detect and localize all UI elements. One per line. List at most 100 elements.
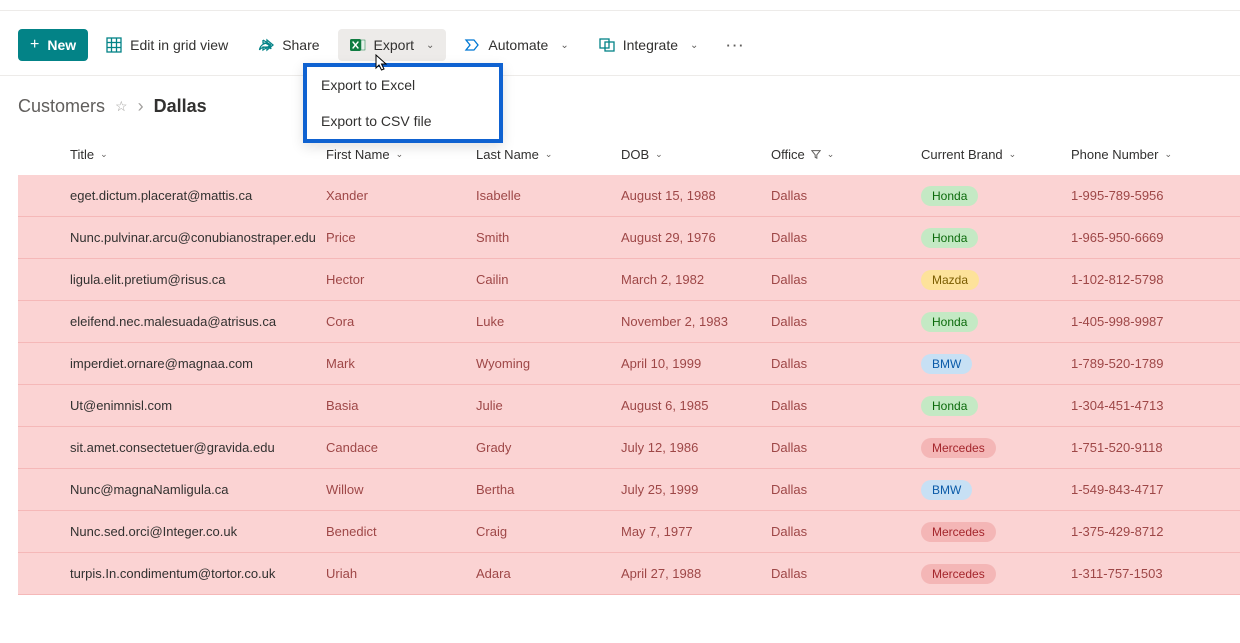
cell-first-name: Xander xyxy=(318,188,468,203)
overflow-menu-button[interactable]: ··· xyxy=(716,38,755,53)
cell-title: eget.dictum.placerat@mattis.ca xyxy=(18,188,318,203)
table-row[interactable]: Nunc.sed.orci@Integer.co.ukBenedictCraig… xyxy=(18,511,1240,553)
table-row[interactable]: ligula.elit.pretium@risus.caHectorCailin… xyxy=(18,259,1240,301)
table-row[interactable]: turpis.In.condimentum@tortor.co.ukUriahA… xyxy=(18,553,1240,595)
automate-label: Automate xyxy=(488,37,548,53)
plus-icon: + xyxy=(30,37,39,53)
cell-office: Dallas xyxy=(763,230,913,245)
cell-brand: Honda xyxy=(913,396,1063,416)
column-header-title[interactable]: Title ⌄ xyxy=(18,147,318,162)
cell-office: Dallas xyxy=(763,356,913,371)
brand-pill: Honda xyxy=(921,396,978,416)
brand-pill: Mercedes xyxy=(921,522,996,542)
cell-dob: April 10, 1999 xyxy=(613,356,763,371)
chevron-down-icon: ⌄ xyxy=(426,40,434,51)
cell-office: Dallas xyxy=(763,440,913,455)
automate-button[interactable]: Automate ⌄ xyxy=(452,29,580,61)
cell-phone: 1-549-843-4717 xyxy=(1063,482,1213,497)
share-button[interactable]: Share xyxy=(246,29,331,61)
cell-dob: July 25, 1999 xyxy=(613,482,763,497)
cell-dob: August 29, 1976 xyxy=(613,230,763,245)
integrate-label: Integrate xyxy=(623,37,678,53)
cell-office: Dallas xyxy=(763,524,913,539)
cell-title: ligula.elit.pretium@risus.ca xyxy=(18,272,318,287)
filter-icon xyxy=(811,147,821,162)
cell-title: Nunc.pulvinar.arcu@conubianostraper.edu xyxy=(18,230,318,245)
column-header-phone[interactable]: Phone Number ⌄ xyxy=(1063,147,1213,162)
edit-in-grid-button[interactable]: Edit in grid view xyxy=(94,29,240,61)
export-to-excel-item[interactable]: Export to Excel xyxy=(307,67,499,103)
table-row[interactable]: eget.dictum.placerat@mattis.caXanderIsab… xyxy=(18,175,1240,217)
table-row[interactable]: sit.amet.consectetuer@gravida.eduCandace… xyxy=(18,427,1240,469)
cell-first-name: Candace xyxy=(318,440,468,455)
cell-office: Dallas xyxy=(763,314,913,329)
cell-first-name: Basia xyxy=(318,398,468,413)
cell-office: Dallas xyxy=(763,272,913,287)
chevron-down-icon: ⌄ xyxy=(100,149,108,160)
column-dob-label: DOB xyxy=(621,147,649,162)
cell-first-name: Cora xyxy=(318,314,468,329)
list-grid: Title ⌄ First Name ⌄ Last Name ⌄ DOB ⌄ O… xyxy=(0,133,1240,595)
cell-title: imperdiet.ornare@magnaa.com xyxy=(18,356,318,371)
breadcrumb-current: Dallas xyxy=(154,96,207,117)
column-brand-label: Current Brand xyxy=(921,147,1003,162)
cell-title: sit.amet.consectetuer@gravida.edu xyxy=(18,440,318,455)
export-label: Export xyxy=(374,37,414,53)
cell-phone: 1-102-812-5798 xyxy=(1063,272,1213,287)
cell-title: Ut@enimnisl.com xyxy=(18,398,318,413)
cell-brand: Mercedes xyxy=(913,522,1063,542)
cell-brand: Mazda xyxy=(913,270,1063,290)
grid-icon xyxy=(106,37,122,53)
export-to-csv-item[interactable]: Export to CSV file xyxy=(307,103,499,139)
chevron-down-icon: ⌄ xyxy=(655,149,663,160)
cell-last-name: Isabelle xyxy=(468,188,613,203)
brand-pill: BMW xyxy=(921,354,972,374)
table-row[interactable]: Nunc.pulvinar.arcu@conubianostraper.eduP… xyxy=(18,217,1240,259)
table-row[interactable]: eleifend.nec.malesuada@atrisus.caCoraLuk… xyxy=(18,301,1240,343)
new-button[interactable]: + New xyxy=(18,29,88,61)
table-row[interactable]: Nunc@magnaNamligula.caWillowBerthaJuly 2… xyxy=(18,469,1240,511)
column-phone-label: Phone Number xyxy=(1071,147,1158,162)
cell-dob: August 15, 1988 xyxy=(613,188,763,203)
new-label: New xyxy=(47,37,76,53)
cell-last-name: Cailin xyxy=(468,272,613,287)
column-header-brand[interactable]: Current Brand ⌄ xyxy=(913,147,1063,162)
cell-last-name: Luke xyxy=(468,314,613,329)
brand-pill: Honda xyxy=(921,186,978,206)
chevron-down-icon: ⌄ xyxy=(545,149,553,160)
table-row[interactable]: imperdiet.ornare@magnaa.comMarkWyomingAp… xyxy=(18,343,1240,385)
cell-office: Dallas xyxy=(763,398,913,413)
integrate-button[interactable]: Integrate ⌄ xyxy=(587,29,711,61)
brand-pill: Honda xyxy=(921,228,978,248)
brand-pill: BMW xyxy=(921,480,972,500)
integrate-icon xyxy=(599,37,615,53)
chevron-down-icon: ⌄ xyxy=(560,40,568,51)
column-header-dob[interactable]: DOB ⌄ xyxy=(613,147,763,162)
column-header-last-name[interactable]: Last Name ⌄ xyxy=(468,147,613,162)
command-bar: + New Edit in grid view Share Export ⌄ A… xyxy=(0,11,1240,76)
cell-office: Dallas xyxy=(763,566,913,581)
chevron-down-icon: ⌄ xyxy=(827,149,835,160)
cell-dob: August 6, 1985 xyxy=(613,398,763,413)
breadcrumb: Customers ☆ › Dallas xyxy=(0,76,1240,133)
column-header-office[interactable]: Office ⌄ xyxy=(763,147,913,162)
excel-icon xyxy=(350,37,366,53)
cell-first-name: Price xyxy=(318,230,468,245)
cell-brand: Honda xyxy=(913,312,1063,332)
cell-first-name: Mark xyxy=(318,356,468,371)
favorite-star-icon[interactable]: ☆ xyxy=(115,98,128,115)
table-row[interactable]: Ut@enimnisl.comBasiaJulieAugust 6, 1985D… xyxy=(18,385,1240,427)
chevron-down-icon: ⌄ xyxy=(1009,149,1017,160)
cell-first-name: Willow xyxy=(318,482,468,497)
cell-phone: 1-405-998-9987 xyxy=(1063,314,1213,329)
edit-grid-label: Edit in grid view xyxy=(130,37,228,53)
cell-phone: 1-311-757-1503 xyxy=(1063,566,1213,581)
breadcrumb-list[interactable]: Customers xyxy=(18,96,105,117)
grid-body: eget.dictum.placerat@mattis.caXanderIsab… xyxy=(18,175,1240,595)
export-button[interactable]: Export ⌄ xyxy=(338,29,447,61)
cell-phone: 1-789-520-1789 xyxy=(1063,356,1213,371)
column-first-name-label: First Name xyxy=(326,147,390,162)
column-header-first-name[interactable]: First Name ⌄ xyxy=(318,147,468,162)
cell-last-name: Wyoming xyxy=(468,356,613,371)
brand-pill: Mercedes xyxy=(921,438,996,458)
